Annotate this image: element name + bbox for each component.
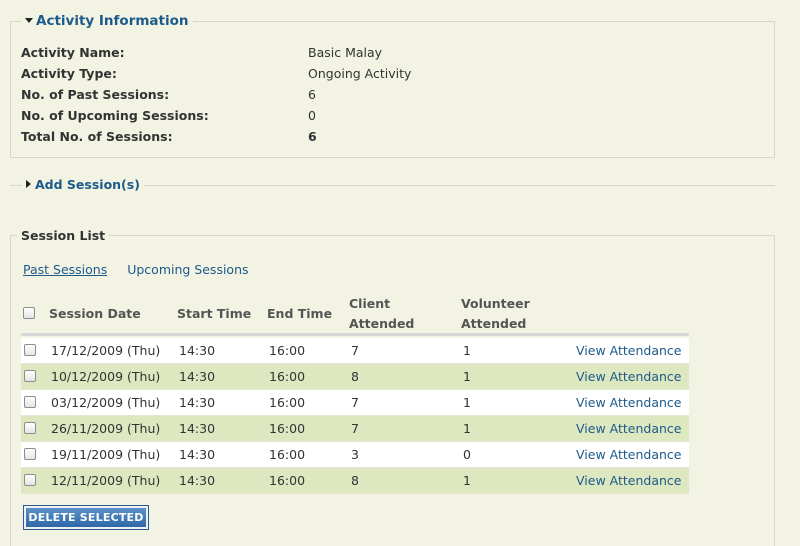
view-attendance-link[interactable]: View Attendance: [576, 390, 681, 416]
table-row: 10/12/2009 (Thu) 14:30 16:00 8 1 View At…: [21, 364, 689, 390]
info-row-activity-type: Activity Type: Ongoing Activity: [21, 64, 761, 84]
info-value: 6: [308, 87, 316, 102]
session-date: 19/11/2009 (Thu): [51, 447, 161, 462]
end-time: 16:00: [269, 369, 306, 384]
info-label: Activity Name:: [21, 45, 125, 60]
triangle-down-icon[interactable]: [25, 18, 33, 23]
table-row: 17/12/2009 (Thu) 14:30 16:00 7 1 View At…: [21, 338, 689, 364]
start-time: 14:30: [179, 395, 216, 410]
info-row-upcoming-sessions: No. of Upcoming Sessions: 0: [21, 106, 761, 126]
end-time: 16:00: [269, 473, 306, 488]
client-attended: 7: [351, 421, 359, 436]
session-date: 12/11/2009 (Thu): [51, 473, 161, 488]
tab-upcoming-sessions[interactable]: Upcoming Sessions: [127, 262, 248, 277]
row-checkbox[interactable]: [24, 370, 36, 382]
info-value: Ongoing Activity: [308, 66, 412, 81]
table-row: 26/11/2009 (Thu) 14:30 16:00 7 1 View At…: [21, 416, 689, 442]
volunteer-attended: 1: [463, 343, 471, 358]
info-label: Total No. of Sessions:: [21, 129, 173, 144]
info-value: Basic Malay: [308, 45, 383, 60]
start-time: 14:30: [179, 343, 216, 358]
select-all-checkbox[interactable]: [23, 307, 35, 319]
column-header-volunteer-attended-line2[interactable]: Attended: [461, 314, 526, 334]
column-header-end-time[interactable]: End Time: [267, 304, 332, 324]
delete-selected-button[interactable]: DELETE SELECTED: [23, 505, 149, 530]
end-time: 16:00: [269, 395, 306, 410]
volunteer-attended: 1: [463, 473, 471, 488]
start-time: 14:30: [179, 473, 216, 488]
info-row-activity-name: Activity Name: Basic Malay: [21, 43, 761, 63]
start-time: 14:30: [179, 421, 216, 436]
end-time: 16:00: [269, 421, 306, 436]
session-date: 17/12/2009 (Thu): [51, 343, 161, 358]
end-time: 16:00: [269, 447, 306, 462]
info-row-past-sessions: No. of Past Sessions: 6: [21, 85, 761, 105]
triangle-right-icon[interactable]: [26, 180, 31, 188]
activity-info-legend[interactable]: Activity Information: [21, 13, 193, 29]
session-date: 26/11/2009 (Thu): [51, 421, 161, 436]
tab-past-sessions[interactable]: Past Sessions: [23, 262, 107, 277]
column-header-client-attended-line2[interactable]: Attended: [349, 314, 414, 334]
start-time: 14:30: [179, 369, 216, 384]
session-date: 10/12/2009 (Thu): [51, 369, 161, 384]
column-header-session-date[interactable]: Session Date: [49, 304, 141, 324]
client-attended: 7: [351, 395, 359, 410]
table-row: 12/11/2009 (Thu) 14:30 16:00 8 1 View At…: [21, 468, 689, 494]
volunteer-attended: 1: [463, 421, 471, 436]
info-label: No. of Upcoming Sessions:: [21, 108, 209, 123]
column-header-client-attended-line1[interactable]: Client: [349, 294, 390, 314]
view-attendance-link[interactable]: View Attendance: [576, 442, 681, 468]
table-row: 19/11/2009 (Thu) 14:30 16:00 3 0 View At…: [21, 442, 689, 468]
table-row: 03/12/2009 (Thu) 14:30 16:00 7 1 View At…: [21, 390, 689, 416]
add-session-toggle[interactable]: Add Session(s): [22, 177, 144, 192]
column-header-start-time[interactable]: Start Time: [177, 304, 251, 324]
row-checkbox[interactable]: [24, 422, 36, 434]
view-attendance-link[interactable]: View Attendance: [576, 468, 681, 494]
info-label: Activity Type:: [21, 66, 117, 81]
session-tabs: Past Sessions Upcoming Sessions: [23, 262, 249, 277]
client-attended: 3: [351, 447, 359, 462]
client-attended: 8: [351, 473, 359, 488]
info-value: 0: [308, 108, 316, 123]
volunteer-attended: 1: [463, 395, 471, 410]
volunteer-attended: 1: [463, 369, 471, 384]
info-label: No. of Past Sessions:: [21, 87, 170, 102]
activity-info-title[interactable]: Activity Information: [36, 13, 189, 29]
row-checkbox[interactable]: [24, 344, 36, 356]
column-header-volunteer-attended-line1[interactable]: Volunteer: [461, 294, 530, 314]
view-attendance-link[interactable]: View Attendance: [576, 338, 681, 364]
client-attended: 8: [351, 369, 359, 384]
info-value: 6: [308, 129, 317, 144]
row-checkbox[interactable]: [24, 474, 36, 486]
view-attendance-link[interactable]: View Attendance: [576, 364, 681, 390]
volunteer-attended: 0: [463, 447, 471, 462]
row-checkbox[interactable]: [24, 448, 36, 460]
start-time: 14:30: [179, 447, 216, 462]
client-attended: 7: [351, 343, 359, 358]
session-list-legend: Session List: [21, 228, 106, 243]
table-header: Session Date Start Time End Time Client …: [21, 294, 689, 336]
row-checkbox[interactable]: [24, 396, 36, 408]
end-time: 16:00: [269, 343, 306, 358]
info-row-total-sessions: Total No. of Sessions: 6: [21, 127, 761, 147]
session-date: 03/12/2009 (Thu): [51, 395, 161, 410]
add-session-title[interactable]: Add Session(s): [35, 177, 140, 192]
view-attendance-link[interactable]: View Attendance: [576, 416, 681, 442]
